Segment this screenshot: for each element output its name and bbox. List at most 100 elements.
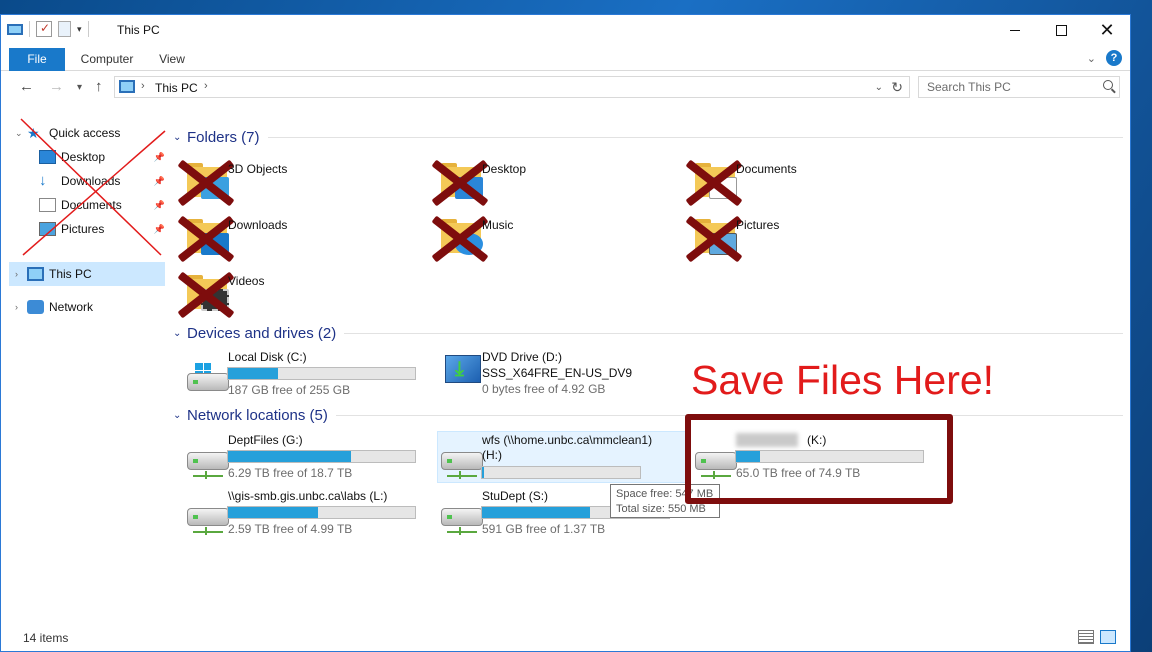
nav-item-label: Documents bbox=[61, 198, 122, 212]
pin-icon: 📌 bbox=[153, 200, 165, 210]
explorer-window: ▾ This PC ✕ File Computer View ⌄ ? ← → ▾… bbox=[0, 14, 1131, 652]
folder-tile-documents[interactable]: Documents bbox=[677, 157, 917, 207]
drive-deptfiles-g[interactable]: DeptFiles (G:) 6.29 TB free of 18.7 TB bbox=[169, 432, 416, 486]
new-folder-icon[interactable] bbox=[58, 21, 71, 37]
folder-name: Downloads bbox=[228, 218, 288, 232]
folder-name: Pictures bbox=[736, 218, 780, 232]
tab-file[interactable]: File bbox=[9, 48, 65, 71]
chevron-down-icon[interactable]: ⌄ bbox=[15, 121, 27, 145]
search-icon[interactable] bbox=[1103, 80, 1113, 90]
folder-name: Music bbox=[482, 218, 514, 232]
folder-name: 3D Objects bbox=[228, 162, 288, 176]
nav-quick-access[interactable]: ⌄ ★ Quick access bbox=[15, 121, 165, 145]
group-header-network[interactable]: ⌄ Network locations (5) bbox=[173, 405, 1123, 425]
group-header-folders[interactable]: ⌄ Folders (7) bbox=[173, 127, 1123, 147]
navigation-bar: ← → ▾ ↑ › This PC › ⌄ ↻ bbox=[1, 72, 1130, 104]
drive-usage-bar bbox=[227, 367, 416, 380]
highlight-box bbox=[685, 414, 953, 504]
this-pc-icon bbox=[7, 24, 23, 35]
up-arrow-icon[interactable]: ↑ bbox=[95, 78, 103, 95]
properties-icon[interactable] bbox=[36, 21, 52, 37]
chevron-right-icon[interactable]: › bbox=[15, 295, 27, 319]
ribbon: File Computer View ⌄ ? bbox=[1, 45, 1130, 71]
this-pc-icon bbox=[119, 80, 135, 93]
expand-ribbon-icon[interactable]: ⌄ bbox=[1087, 52, 1096, 65]
back-arrow-icon[interactable]: ← bbox=[19, 78, 34, 95]
tooltip-total-size: Total size: 550 MB bbox=[616, 503, 706, 515]
nav-item-label: Quick access bbox=[49, 126, 121, 140]
group-header-devices[interactable]: ⌄ Devices and drives (2) bbox=[173, 323, 1123, 343]
drive-name: DeptFiles (G:) bbox=[228, 433, 303, 447]
forward-arrow-icon[interactable]: → bbox=[49, 78, 64, 95]
drive-name: \\gis-smb.gis.unbc.ca\labs (L:) bbox=[228, 489, 388, 503]
customize-toolbar-icon[interactable]: ▾ bbox=[77, 24, 82, 35]
pin-icon: 📌 bbox=[153, 224, 165, 234]
network-drive-icon bbox=[187, 446, 231, 482]
folder-tile-3d-objects[interactable]: 3D Objects bbox=[169, 157, 409, 207]
drive-free-space: 591 GB free of 1.37 TB bbox=[482, 522, 606, 536]
nav-documents[interactable]: Documents 📌 bbox=[39, 193, 165, 217]
folder-tile-pictures[interactable]: Pictures bbox=[677, 213, 917, 263]
minimize-button[interactable] bbox=[992, 15, 1038, 45]
star-icon: ★ bbox=[27, 125, 40, 141]
network-drive-icon bbox=[441, 502, 485, 538]
drive-free-space: 0 bytes free of 4.92 GB bbox=[482, 382, 606, 396]
document-icon bbox=[39, 198, 56, 212]
drive-name: StuDept (S:) bbox=[482, 489, 549, 503]
close-button[interactable]: ✕ bbox=[1084, 15, 1130, 45]
navigation-pane: ⌄ ★ Quick access Desktop 📌 ↓ Downloads 📌… bbox=[1, 107, 167, 627]
drive-local-disk-c[interactable]: Local Disk (C:) 187 GB free of 255 GB bbox=[169, 349, 416, 403]
folder-tile-videos[interactable]: Videos bbox=[169, 269, 409, 319]
drive-name: wfs (\\home.unbc.ca\mmclean1) (H:) bbox=[482, 433, 653, 462]
nav-network[interactable]: › Network bbox=[15, 295, 165, 319]
breadcrumb-this-pc[interactable]: This PC bbox=[155, 81, 198, 95]
nav-item-label: Network bbox=[49, 300, 94, 314]
tiles-view-icon[interactable] bbox=[1100, 630, 1116, 644]
recent-locations-icon[interactable]: ▾ bbox=[77, 82, 82, 93]
drive-volume-label: SSS_X64FRE_EN-US_DV9 bbox=[482, 366, 633, 380]
drive-free-space: 2.59 TB free of 4.99 TB bbox=[228, 522, 353, 536]
details-view-icon[interactable] bbox=[1078, 630, 1094, 644]
tab-computer[interactable]: Computer bbox=[65, 48, 149, 71]
drive-usage-bar bbox=[227, 506, 416, 519]
chevron-down-icon[interactable]: ⌄ bbox=[875, 82, 883, 93]
folder-tile-desktop[interactable]: Desktop bbox=[423, 157, 663, 207]
search-input[interactable] bbox=[925, 77, 1095, 97]
folder-tile-downloads[interactable]: Downloads bbox=[169, 213, 409, 263]
chevron-right-icon[interactable]: › bbox=[15, 262, 27, 286]
tab-view[interactable]: View bbox=[149, 48, 195, 71]
help-icon[interactable]: ? bbox=[1106, 50, 1122, 66]
drive-gis-smb-l[interactable]: \\gis-smb.gis.unbc.ca\labs (L:) 2.59 TB … bbox=[169, 488, 416, 542]
item-count: 14 items bbox=[23, 631, 69, 645]
group-title: Folders (7) bbox=[187, 128, 260, 146]
maximize-button[interactable] bbox=[1038, 15, 1084, 45]
chevron-down-icon[interactable]: ⌄ bbox=[173, 410, 187, 421]
chevron-right-icon[interactable]: › bbox=[204, 80, 208, 92]
pin-icon: 📌 bbox=[153, 176, 165, 186]
download-arrow-icon: ↓ bbox=[39, 172, 47, 189]
quick-access-toolbar: ▾ bbox=[7, 21, 89, 37]
chevron-down-icon[interactable]: ⌄ bbox=[173, 132, 187, 143]
chevron-right-icon[interactable]: › bbox=[141, 80, 145, 92]
nav-this-pc[interactable]: › This PC bbox=[9, 262, 165, 286]
drive-wfs-h[interactable]: wfs (\\home.unbc.ca\mmclean1) (H:) bbox=[423, 432, 669, 486]
folder-name: Videos bbox=[228, 274, 265, 288]
divider bbox=[344, 332, 1123, 334]
toolbar-divider bbox=[87, 21, 89, 37]
drive-usage-bar bbox=[481, 466, 641, 479]
desktop-icon bbox=[39, 150, 56, 164]
divider bbox=[267, 136, 1123, 138]
nav-desktop[interactable]: Desktop 📌 bbox=[39, 145, 165, 169]
drive-name: DVD Drive (D:) bbox=[482, 350, 562, 364]
nav-downloads[interactable]: ↓ Downloads 📌 bbox=[39, 169, 165, 193]
chevron-down-icon[interactable]: ⌄ bbox=[173, 328, 187, 339]
drive-usage-fill bbox=[228, 507, 318, 518]
toolbar-divider bbox=[29, 21, 30, 37]
window-title: This PC bbox=[117, 23, 160, 37]
refresh-icon[interactable]: ↻ bbox=[891, 79, 903, 96]
folder-tile-music[interactable]: Music bbox=[423, 213, 663, 263]
group-title: Devices and drives (2) bbox=[187, 324, 337, 342]
search-box[interactable] bbox=[918, 76, 1120, 98]
address-bar[interactable]: › This PC › ⌄ ↻ bbox=[114, 76, 910, 98]
nav-pictures[interactable]: Pictures 📌 bbox=[39, 217, 165, 241]
